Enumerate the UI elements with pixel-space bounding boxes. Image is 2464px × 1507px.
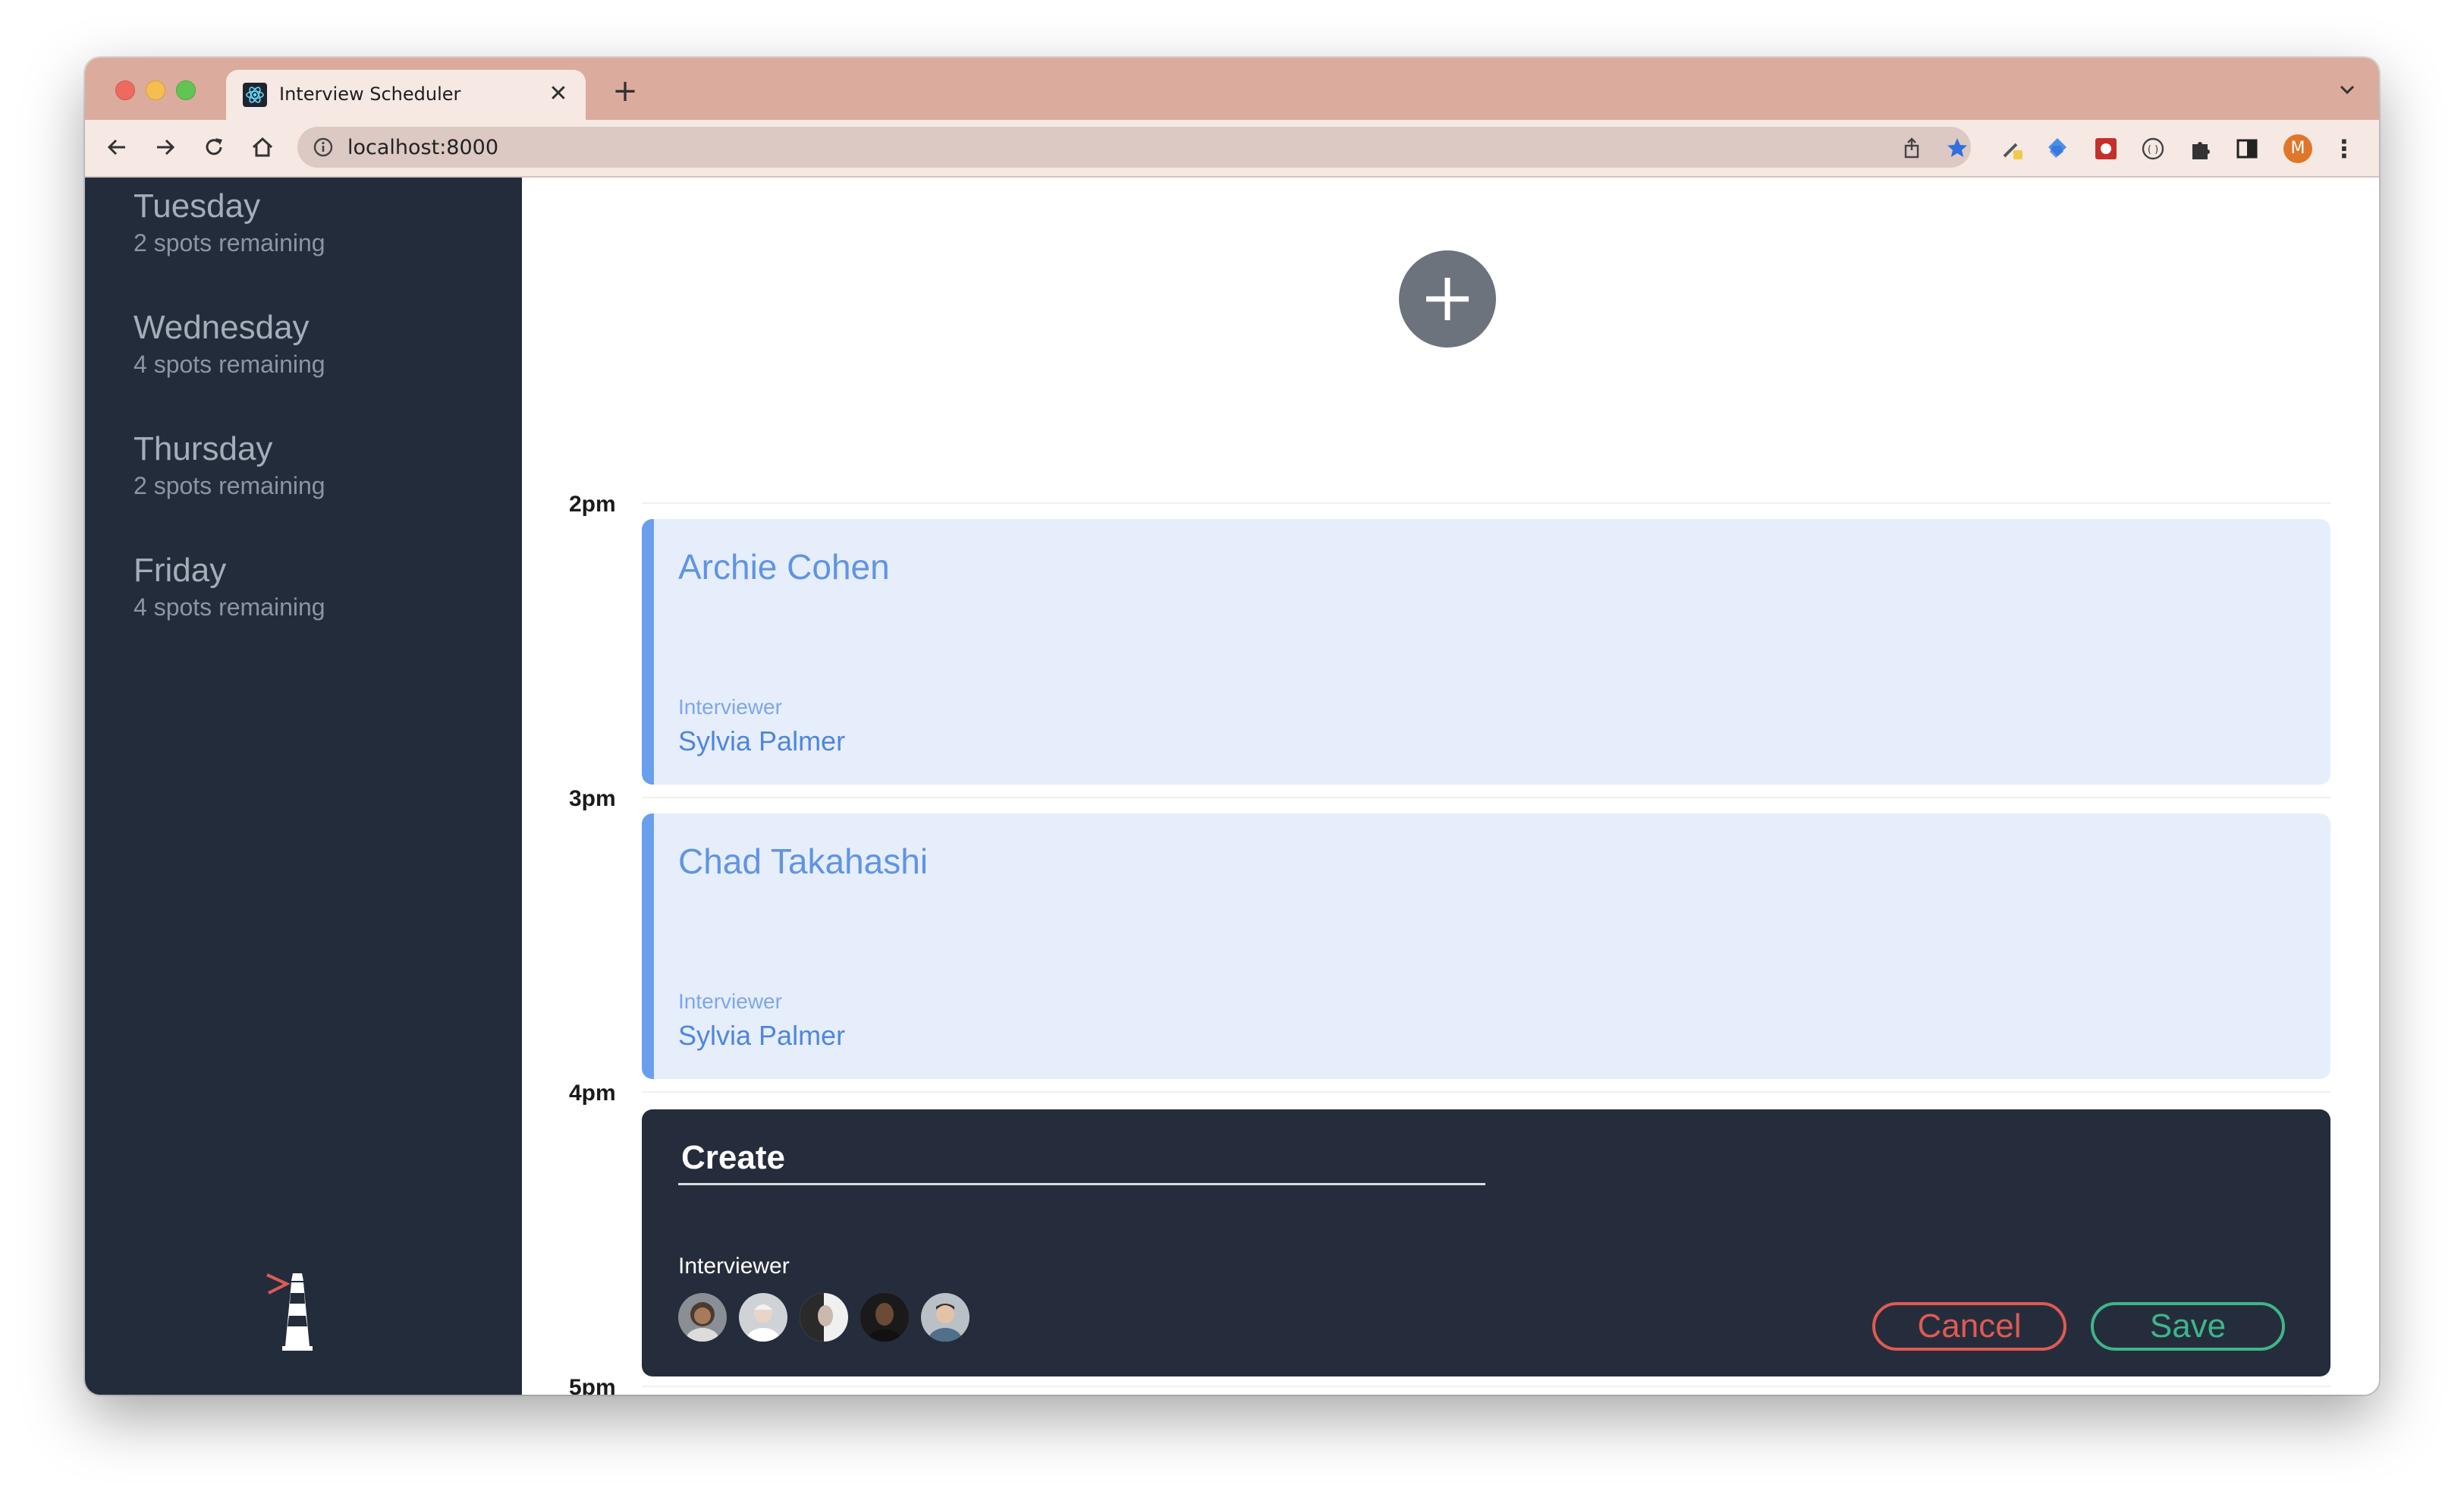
student-name: Chad Takahashi: [678, 842, 929, 881]
browser-menu-icon[interactable]: ⋮: [2330, 135, 2358, 162]
new-tab-button[interactable]: +: [608, 74, 642, 108]
interviewer-label: Interviewer: [678, 695, 782, 719]
eyedropper-extension-icon[interactable]: [1998, 135, 2026, 162]
hour-label-3pm: 3pm: [569, 786, 616, 811]
red-box-extension-icon[interactable]: [2092, 135, 2120, 162]
sidebar: Tuesday 2 spots remaining Wednesday 4 sp…: [85, 178, 522, 1395]
hour-divider: [642, 1091, 2330, 1093]
sidebar-item-thursday[interactable]: Thursday 2 spots remaining: [134, 429, 325, 501]
diamond-extension-icon[interactable]: [2044, 135, 2071, 162]
interviewer-name: Sylvia Palmer: [678, 725, 846, 757]
plus-icon: [1426, 278, 1469, 320]
sidebar-item-tuesday[interactable]: Tuesday 2 spots remaining: [134, 187, 325, 258]
interviewer-avatar[interactable]: [678, 1293, 727, 1342]
schedule-main: 2pm Archie Cohen Interviewer Sylvia Palm…: [522, 178, 2379, 1395]
day-name: Friday: [134, 552, 227, 589]
add-appointment-button[interactable]: [1399, 250, 1496, 348]
address-bar[interactable]: localhost:8000: [297, 127, 1971, 168]
lighthouse-logo-icon: [266, 1270, 326, 1354]
back-arrow-icon[interactable]: [99, 129, 135, 165]
tab-close-icon[interactable]: ✕: [545, 80, 572, 108]
url-text: localhost:8000: [347, 136, 499, 159]
interviewer-label: Interviewer: [678, 989, 782, 1013]
svg-text:( ): ( ): [2148, 144, 2158, 156]
minimize-window-button[interactable]: [146, 80, 165, 100]
interviewer-avatar[interactable]: [800, 1293, 848, 1342]
home-icon[interactable]: [244, 129, 281, 165]
tab-strip: Interview Scheduler ✕ +: [85, 58, 2379, 120]
close-window-button[interactable]: [115, 80, 135, 100]
day-spots-remaining: 4 spots remaining: [134, 593, 325, 621]
reload-icon[interactable]: [196, 129, 232, 165]
side-panel-icon[interactable]: [2233, 135, 2261, 162]
student-name-input[interactable]: [678, 1132, 1485, 1185]
forward-arrow-icon[interactable]: [147, 129, 184, 165]
site-info-icon[interactable]: [313, 137, 334, 158]
save-button[interactable]: Save: [2091, 1302, 2285, 1351]
create-appointment-form: Interviewer: [642, 1109, 2330, 1376]
hour-label-4pm: 4pm: [569, 1081, 616, 1106]
day-name: Wednesday: [134, 309, 310, 346]
hour-label-2pm: 2pm: [569, 492, 616, 517]
interviewer-avatar[interactable]: [921, 1293, 970, 1342]
browser-window: Interview Scheduler ✕ + localhost:8000 (…: [85, 58, 2379, 1395]
sidebar-item-wednesday[interactable]: Wednesday 4 spots remaining: [134, 308, 325, 379]
tab-title: Interview Scheduler: [279, 83, 461, 105]
day-spots-remaining: 4 spots remaining: [134, 351, 325, 378]
appointment-card[interactable]: Chad Takahashi Interviewer Sylvia Palmer: [642, 813, 2330, 1079]
day-spots-remaining: 2 spots remaining: [134, 472, 325, 499]
interviewer-name: Sylvia Palmer: [678, 1020, 846, 1051]
sidebar-item-friday[interactable]: Friday 4 spots remaining: [134, 551, 325, 622]
hour-divider: [642, 1386, 2330, 1387]
hour-label-5pm: 5pm: [569, 1375, 616, 1395]
maximize-window-button[interactable]: [176, 80, 196, 100]
tab-search-chevron-down-icon[interactable]: [2334, 76, 2361, 103]
interviewer-avatar[interactable]: [739, 1293, 787, 1342]
share-icon[interactable]: [1900, 136, 1924, 160]
puzzle-extensions-icon[interactable]: [2186, 135, 2214, 162]
circle-extension-icon[interactable]: ( ): [2139, 135, 2167, 162]
day-name: Tuesday: [134, 187, 261, 225]
tab-interview-scheduler[interactable]: Interview Scheduler ✕: [226, 70, 586, 120]
app-page: Tuesday 2 spots remaining Wednesday 4 sp…: [85, 178, 2379, 1395]
bookmark-star-icon[interactable]: [1945, 136, 1969, 160]
day-name: Thursday: [134, 430, 273, 467]
hour-divider: [642, 502, 2330, 504]
react-favicon-icon: [243, 83, 267, 107]
interviewer-heading: Interviewer: [678, 1254, 790, 1279]
student-name: Archie Cohen: [678, 547, 890, 587]
hour-divider: [642, 797, 2330, 798]
profile-avatar[interactable]: M: [2283, 134, 2312, 163]
appointment-card[interactable]: Archie Cohen Interviewer Sylvia Palmer: [642, 519, 2330, 785]
browser-toolbar: localhost:8000 () M ⋮: [85, 120, 2379, 178]
cancel-button[interactable]: Cancel: [1872, 1302, 2066, 1351]
day-spots-remaining: 2 spots remaining: [134, 229, 325, 256]
interviewer-avatar[interactable]: [860, 1293, 909, 1342]
